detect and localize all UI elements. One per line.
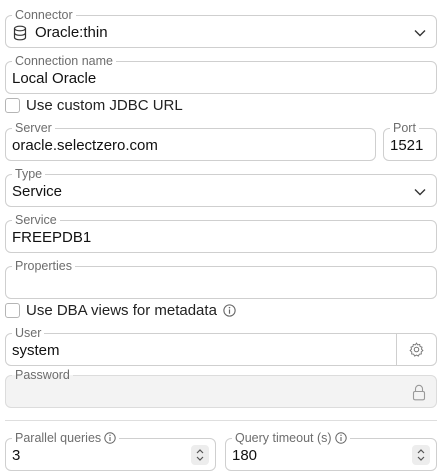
connector-select[interactable]: Connector Oracle:thin (5, 8, 437, 48)
user-settings-button[interactable] (396, 334, 436, 365)
connector-label: Connector (12, 8, 76, 22)
parallel-queries-stepper[interactable] (191, 445, 209, 465)
parallel-queries-value: 3 (12, 447, 21, 464)
query-timeout-value: 180 (232, 447, 258, 464)
dba-views-checkbox-row[interactable]: Use DBA views for metadata (5, 302, 236, 319)
server-field[interactable]: Server oracle.selectzero.com (5, 121, 376, 161)
port-label: Port (390, 121, 419, 135)
user-value: system (12, 342, 60, 359)
query-timeout-legend: Query timeout (s) (232, 431, 350, 445)
parallel-queries-field[interactable]: Parallel queries 3 (5, 431, 216, 471)
connection-name-field[interactable]: Connection name Local Oracle (5, 54, 437, 94)
gear-icon (409, 342, 424, 357)
custom-jdbc-label: Use custom JDBC URL (26, 97, 183, 114)
service-field[interactable]: Service FREEPDB1 (5, 213, 437, 253)
port-value: 1521 (390, 137, 424, 154)
service-value: FREEPDB1 (12, 229, 92, 246)
properties-field[interactable]: Properties (5, 259, 437, 299)
user-field[interactable]: User system (5, 326, 437, 366)
password-field[interactable]: Password (5, 368, 437, 408)
parallel-queries-label: Parallel queries (15, 431, 102, 445)
parallel-queries-legend: Parallel queries (12, 431, 120, 445)
properties-label: Properties (12, 259, 75, 273)
connection-name-label: Connection name (12, 54, 116, 68)
connection-name-value: Local Oracle (12, 70, 97, 87)
custom-jdbc-checkbox[interactable] (5, 98, 20, 113)
stepper-arrows-icon (417, 449, 425, 461)
info-icon[interactable] (104, 432, 116, 444)
info-icon[interactable] (223, 304, 236, 317)
chevron-down-icon (414, 30, 426, 37)
query-timeout-stepper[interactable] (412, 445, 430, 465)
chevron-down-icon (414, 189, 426, 196)
section-divider (5, 420, 437, 421)
query-timeout-field[interactable]: Query timeout (s) 180 (225, 431, 437, 471)
database-icon (13, 25, 27, 41)
type-label: Type (12, 167, 46, 181)
stepper-arrows-icon (196, 449, 204, 461)
type-select[interactable]: Type Service (5, 167, 437, 207)
port-field[interactable]: Port 1521 (383, 121, 437, 161)
lock-icon (412, 384, 426, 401)
custom-jdbc-checkbox-row[interactable]: Use custom JDBC URL (5, 97, 183, 114)
info-icon[interactable] (334, 432, 347, 444)
server-value: oracle.selectzero.com (12, 137, 158, 154)
connector-value: Oracle:thin (35, 24, 108, 41)
service-label: Service (12, 213, 60, 227)
server-label: Server (12, 121, 55, 135)
password-label: Password (12, 368, 73, 382)
user-label: User (12, 326, 45, 340)
type-value: Service (12, 183, 63, 200)
dba-views-label: Use DBA views for metadata (26, 302, 217, 319)
dba-views-checkbox[interactable] (5, 303, 20, 318)
query-timeout-label: Query timeout (s) (235, 431, 332, 445)
